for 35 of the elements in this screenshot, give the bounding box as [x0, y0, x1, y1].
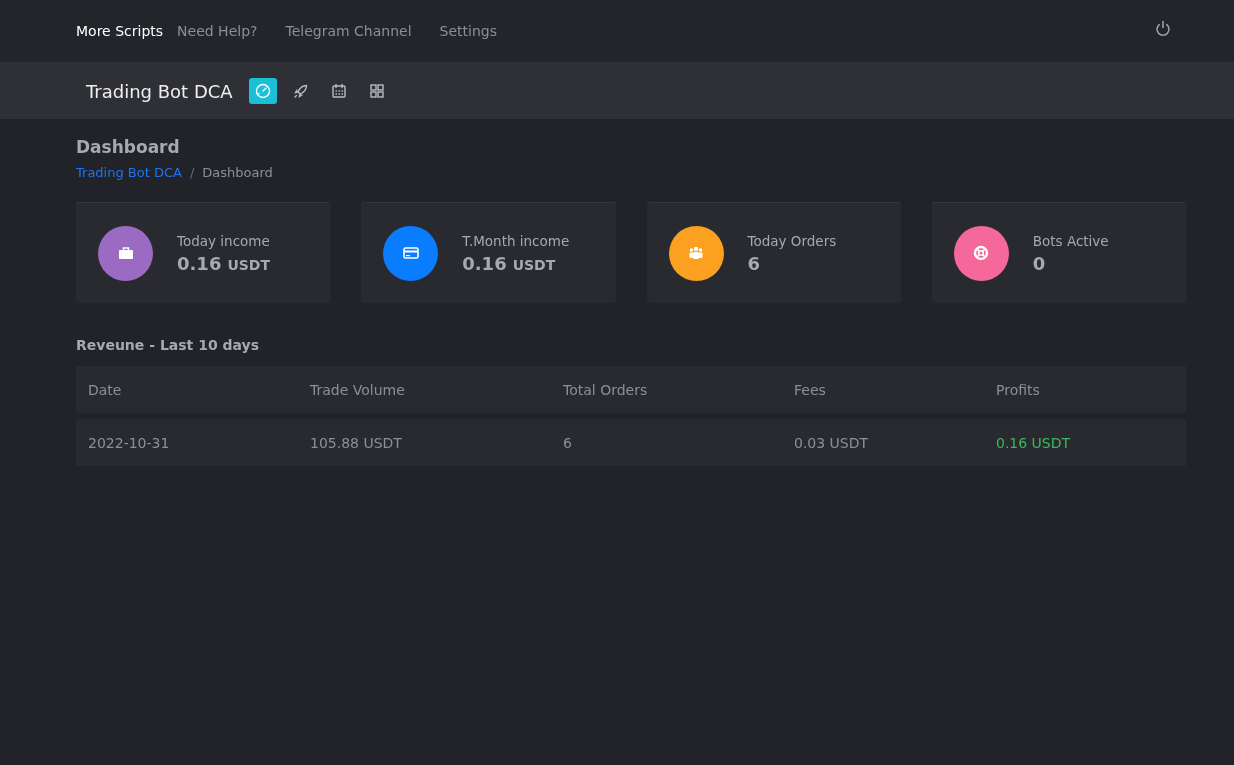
table-cell-text: 6	[563, 434, 573, 451]
stat-value: 0.16	[462, 252, 507, 274]
column-header: Fees	[794, 381, 827, 398]
stat-label: T.Month income	[462, 232, 570, 249]
column-header: Total Orders	[563, 381, 649, 398]
briefcase-icon	[116, 244, 135, 262]
page-title: Dashboard	[76, 137, 181, 157]
credit-card-icon	[401, 244, 420, 262]
people-icon	[687, 244, 705, 262]
stat-value: 0.16	[177, 252, 222, 274]
stat-unit: USDT	[227, 256, 271, 273]
breadcrumb-link[interactable]: Trading Bot DCA	[76, 165, 182, 180]
app-title: Trading Bot DCA	[86, 80, 233, 102]
stat-label: Bots Active	[1032, 232, 1109, 249]
column-header: Date	[88, 381, 123, 398]
nav-link[interactable]: Need Help?	[177, 23, 258, 39]
table-cell-text: 2022-10-31	[88, 434, 171, 451]
stat-value: 0	[1032, 252, 1046, 274]
table-cell-text: 0.16 USDT	[996, 434, 1072, 451]
table-cell-text: 105.88 USDT	[310, 434, 403, 451]
stat-label: Today Orders	[747, 232, 837, 249]
nav-link[interactable]: Settings	[439, 23, 497, 39]
stat-value: 6	[747, 252, 761, 274]
stat-unit: USDT	[512, 256, 556, 273]
gauge-icon[interactable]	[248, 78, 277, 104]
lifebuoy-icon	[972, 244, 991, 262]
breadcrumb-separator: /	[189, 165, 195, 180]
column-header: Trade Volume	[310, 381, 406, 398]
table-cell-text: 0.03 USDT	[794, 434, 870, 451]
column-header: Profits	[996, 381, 1041, 398]
nav-link[interactable]: More Scripts	[76, 23, 164, 39]
nav-link[interactable]: Telegram Channel	[285, 23, 412, 39]
stat-label: Today income	[177, 232, 271, 249]
breadcrumb-current: Dashboard	[202, 165, 273, 180]
section-title: Reveune - Last 10 days	[76, 337, 260, 353]
